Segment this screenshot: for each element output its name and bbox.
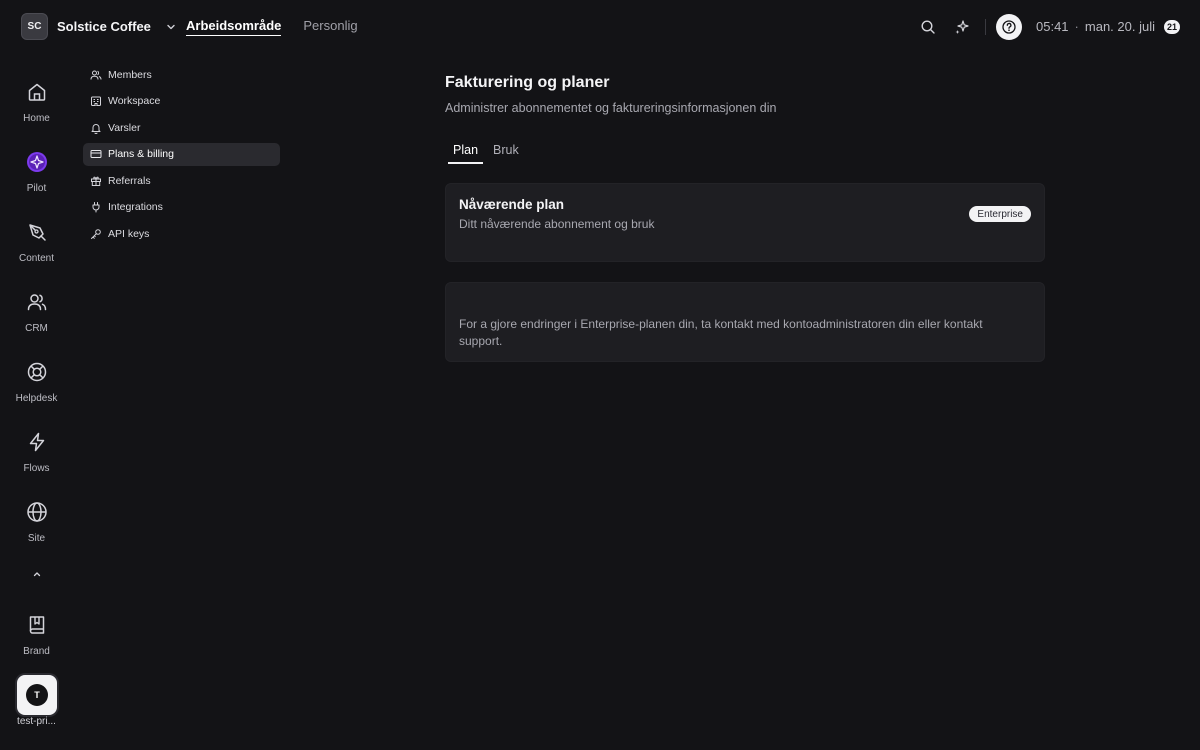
- tab-bruk[interactable]: Bruk: [488, 143, 524, 164]
- help-icon: [1002, 19, 1016, 34]
- settings-item-plans-billing[interactable]: Plans & billing: [83, 142, 280, 166]
- top-right-controls: 05:41 · man. 20. juli 21: [907, 13, 1180, 40]
- workspace-tabs: Arbeidsområde Personlig: [186, 18, 358, 36]
- bell-icon: [91, 123, 101, 134]
- settings-item-workspace[interactable]: Workspace: [83, 90, 280, 113]
- rail-item-pilot[interactable]: Pilot: [0, 150, 73, 194]
- separator: ·: [1074, 19, 1079, 34]
- settings-item-label: Plans & billing: [108, 148, 174, 161]
- rail-item-helpdesk[interactable]: Helpdesk: [0, 360, 73, 404]
- settings-nav: Members Workspace Varsler Plans & billin…: [83, 63, 280, 249]
- rail-collapse-button[interactable]: [29, 566, 45, 582]
- settings-item-varsler[interactable]: Varsler: [83, 116, 280, 139]
- avatar: T: [26, 684, 48, 706]
- pilot-icon: [25, 150, 49, 174]
- left-rail: Home Pilot Content CRM Helpdesk Flows Si…: [0, 52, 73, 750]
- rail-item-site[interactable]: Site: [0, 500, 73, 544]
- settings-item-label: Workspace: [108, 95, 161, 108]
- main-content: Fakturering og planer Administrer abonne…: [445, 74, 1045, 362]
- settings-item-label: Integrations: [108, 201, 163, 214]
- settings-item-integrations[interactable]: Integrations: [83, 196, 280, 219]
- workspace-name: Solstice Coffee: [57, 19, 151, 34]
- rail-label: Pilot: [26, 183, 47, 194]
- clock-time: 05:41: [1036, 19, 1069, 34]
- rail-label: Helpdesk: [15, 393, 58, 404]
- sparkles-icon: [955, 19, 969, 34]
- settings-item-label: Members: [108, 68, 152, 81]
- chevron-down-icon: [167, 24, 175, 29]
- page-title: Fakturering og planer: [445, 74, 610, 91]
- rail-item-brand[interactable]: Brand: [0, 613, 73, 657]
- ai-assist-button[interactable]: [949, 14, 975, 40]
- enterprise-info-text: For a gjore endringer i Enterprise-plane…: [459, 317, 983, 348]
- settings-item-api-keys[interactable]: API keys: [83, 223, 280, 246]
- building-icon: [91, 96, 101, 107]
- settings-item-referrals[interactable]: Referrals: [83, 169, 280, 192]
- billing-tabs: Plan Bruk: [448, 143, 529, 164]
- gift-icon: [91, 176, 101, 186]
- tab-personlig[interactable]: Personlig: [303, 18, 357, 36]
- pen-tool-icon: [25, 220, 49, 244]
- rail-label: Home: [23, 113, 50, 124]
- rail-label: Content: [18, 253, 55, 264]
- chevron-up-icon: [33, 572, 41, 577]
- help-button[interactable]: [996, 13, 1022, 40]
- current-plan-card: Nåværende plan Ditt nåværende abonnement…: [445, 183, 1045, 262]
- rail-item-home[interactable]: Home: [0, 80, 73, 124]
- globe-icon: [25, 500, 49, 524]
- home-icon: [25, 80, 49, 104]
- search-icon: [921, 19, 935, 34]
- rail-item-crm[interactable]: CRM: [0, 290, 73, 334]
- users-icon: [90, 70, 102, 80]
- top-bar: SC Solstice Coffee Arbeidsområde Personl…: [0, 0, 1200, 52]
- plan-card-subtitle: Ditt nåværende abonnement og bruk: [459, 217, 655, 231]
- key-icon: [91, 229, 101, 240]
- page-subtitle: Administrer abonnementet og fakturerings…: [445, 101, 777, 115]
- settings-item-label: Referrals: [108, 174, 151, 187]
- plan-badge: Enterprise: [969, 206, 1031, 222]
- rail-label: CRM: [25, 323, 48, 334]
- rail-item-flows[interactable]: Flows: [0, 430, 73, 474]
- user-label: test-pri...: [17, 716, 56, 727]
- settings-item-members[interactable]: Members: [83, 63, 280, 86]
- rail-label: Site: [27, 533, 46, 544]
- rail-label: Flows: [23, 463, 50, 474]
- credit-card-icon: [90, 150, 102, 159]
- rail-item-content[interactable]: Content: [0, 220, 73, 264]
- search-button[interactable]: [915, 14, 941, 40]
- tab-arbeidsomrade[interactable]: Arbeidsområde: [186, 18, 282, 36]
- workspace-avatar: SC: [21, 13, 48, 40]
- tab-plan[interactable]: Plan: [448, 143, 484, 164]
- rail-label: Brand: [23, 646, 50, 657]
- book-icon: [25, 613, 49, 637]
- plan-card-title: Nåværende plan: [459, 197, 565, 212]
- lifebuoy-icon: [25, 360, 49, 384]
- settings-item-label: Varsler: [108, 121, 141, 134]
- user-menu-button[interactable]: T: [17, 675, 57, 715]
- workspace-switcher[interactable]: SC Solstice Coffee: [21, 13, 177, 40]
- day-badge: 21: [1163, 19, 1180, 34]
- divider: [985, 18, 986, 35]
- zap-icon: [25, 430, 49, 454]
- settings-item-label: API keys: [108, 228, 150, 241]
- plug-icon: [92, 202, 100, 213]
- users-icon: [25, 290, 49, 314]
- current-date: man. 20. juli: [1084, 19, 1155, 34]
- enterprise-info-card: For a gjore endringer i Enterprise-plane…: [445, 282, 1045, 362]
